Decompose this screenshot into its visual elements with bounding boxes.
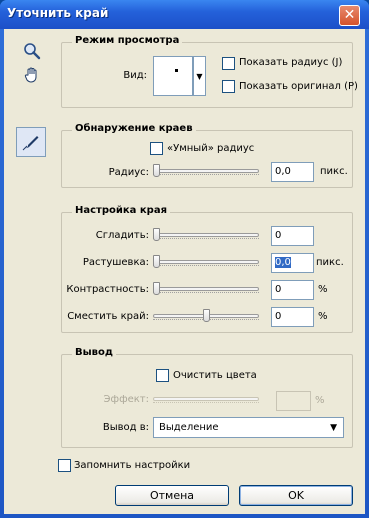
radius-slider[interactable] <box>153 169 259 173</box>
smooth-input[interactable]: 0 <box>271 226 314 246</box>
edge-detection-group: Обнаружение краев «Умный» радиус Радиус:… <box>61 123 353 188</box>
show-radius-label: Показать радиус (J) <box>239 57 343 68</box>
smooth-slider-ticks <box>153 238 259 239</box>
shift-edge-slider-thumb[interactable] <box>202 309 210 322</box>
contrast-slider-ticks <box>153 292 259 293</box>
hand-icon[interactable] <box>21 64 43 86</box>
smart-radius-label: «Умный» радиус <box>167 143 255 154</box>
contrast-slider-thumb[interactable] <box>153 282 160 295</box>
shift-edge-input[interactable]: 0 <box>271 307 314 327</box>
remember-settings-label: Запомнить настройки <box>74 460 191 471</box>
output-group: Вывод Очистить цвета Эффект: % Вывод в: … <box>61 347 353 448</box>
radius-slider-thumb[interactable] <box>153 164 160 177</box>
smooth-label: Сгладить: <box>95 230 149 241</box>
view-preview[interactable] <box>153 56 193 96</box>
feather-label: Растушевка: <box>82 257 149 268</box>
smooth-slider[interactable] <box>153 233 259 237</box>
view-label: Вид: <box>123 70 147 81</box>
amount-slider-ticks <box>153 402 259 403</box>
adjust-edge-group: Настройка края Сгладить: 0 Растушевка: 0… <box>61 205 353 333</box>
view-dropdown-button[interactable]: ▼ <box>193 56 206 96</box>
show-original-checkbox[interactable] <box>222 80 235 93</box>
dialog-body: Режим просмотра Вид: ▼ Показать радиус (… <box>4 29 365 514</box>
decontaminate-checkbox[interactable] <box>156 369 169 382</box>
contrast-unit: % <box>318 284 328 295</box>
feather-input[interactable]: 0,0 <box>271 253 314 273</box>
preview-dot <box>175 69 178 72</box>
refine-edge-dialog: Уточнить край ✕ Режим просмотра Вид: ▼ П… <box>0 0 369 518</box>
view-mode-group: Режим просмотра Вид: ▼ Показать радиус (… <box>61 35 358 108</box>
amount-unit: % <box>315 395 325 406</box>
contrast-input[interactable]: 0 <box>271 280 314 300</box>
shift-edge-unit: % <box>318 311 328 322</box>
shift-edge-label: Сместить край: <box>67 311 149 322</box>
view-mode-legend: Режим просмотра <box>72 35 183 46</box>
smart-radius-checkbox[interactable] <box>150 142 163 155</box>
smooth-slider-thumb[interactable] <box>153 228 160 241</box>
radius-unit: пикс. <box>320 166 348 177</box>
output-to-value: Выделение <box>159 422 219 433</box>
amount-input <box>276 391 311 411</box>
feather-slider[interactable] <box>153 260 259 264</box>
feather-value: 0,0 <box>275 257 291 268</box>
amount-slider <box>153 397 259 401</box>
output-to-select[interactable]: Выделение ▼ <box>153 417 344 438</box>
adjust-edge-legend: Настройка края <box>72 205 171 216</box>
refine-radius-brush-icon[interactable] <box>16 127 46 157</box>
contrast-label: Контрастность: <box>66 284 149 295</box>
remember-settings-checkbox[interactable] <box>58 459 71 472</box>
output-legend: Вывод <box>72 347 116 358</box>
output-to-label: Вывод в: <box>102 422 149 433</box>
contrast-slider[interactable] <box>153 287 259 291</box>
ok-button[interactable]: OK <box>239 485 353 506</box>
radius-slider-ticks <box>153 174 259 175</box>
chevron-down-icon: ▼ <box>330 423 337 433</box>
show-original-label: Показать оригинал (P) <box>239 81 358 92</box>
zoom-icon[interactable] <box>21 40 43 62</box>
decontaminate-label: Очистить цвета <box>173 370 257 381</box>
amount-label: Эффект: <box>103 394 149 405</box>
close-button[interactable]: ✕ <box>339 5 360 26</box>
radius-input[interactable]: 0,0 <box>271 162 314 182</box>
feather-slider-thumb[interactable] <box>153 255 160 268</box>
feather-unit: пикс. <box>316 257 344 268</box>
radius-label: Радиус: <box>108 167 149 178</box>
cancel-button[interactable]: Отмена <box>115 485 229 506</box>
title-bar: Уточнить край ✕ <box>0 0 369 29</box>
window-title: Уточнить край <box>7 6 109 20</box>
edge-detection-legend: Обнаружение краев <box>72 123 196 134</box>
show-radius-checkbox[interactable] <box>222 57 235 70</box>
feather-slider-ticks <box>153 265 259 266</box>
